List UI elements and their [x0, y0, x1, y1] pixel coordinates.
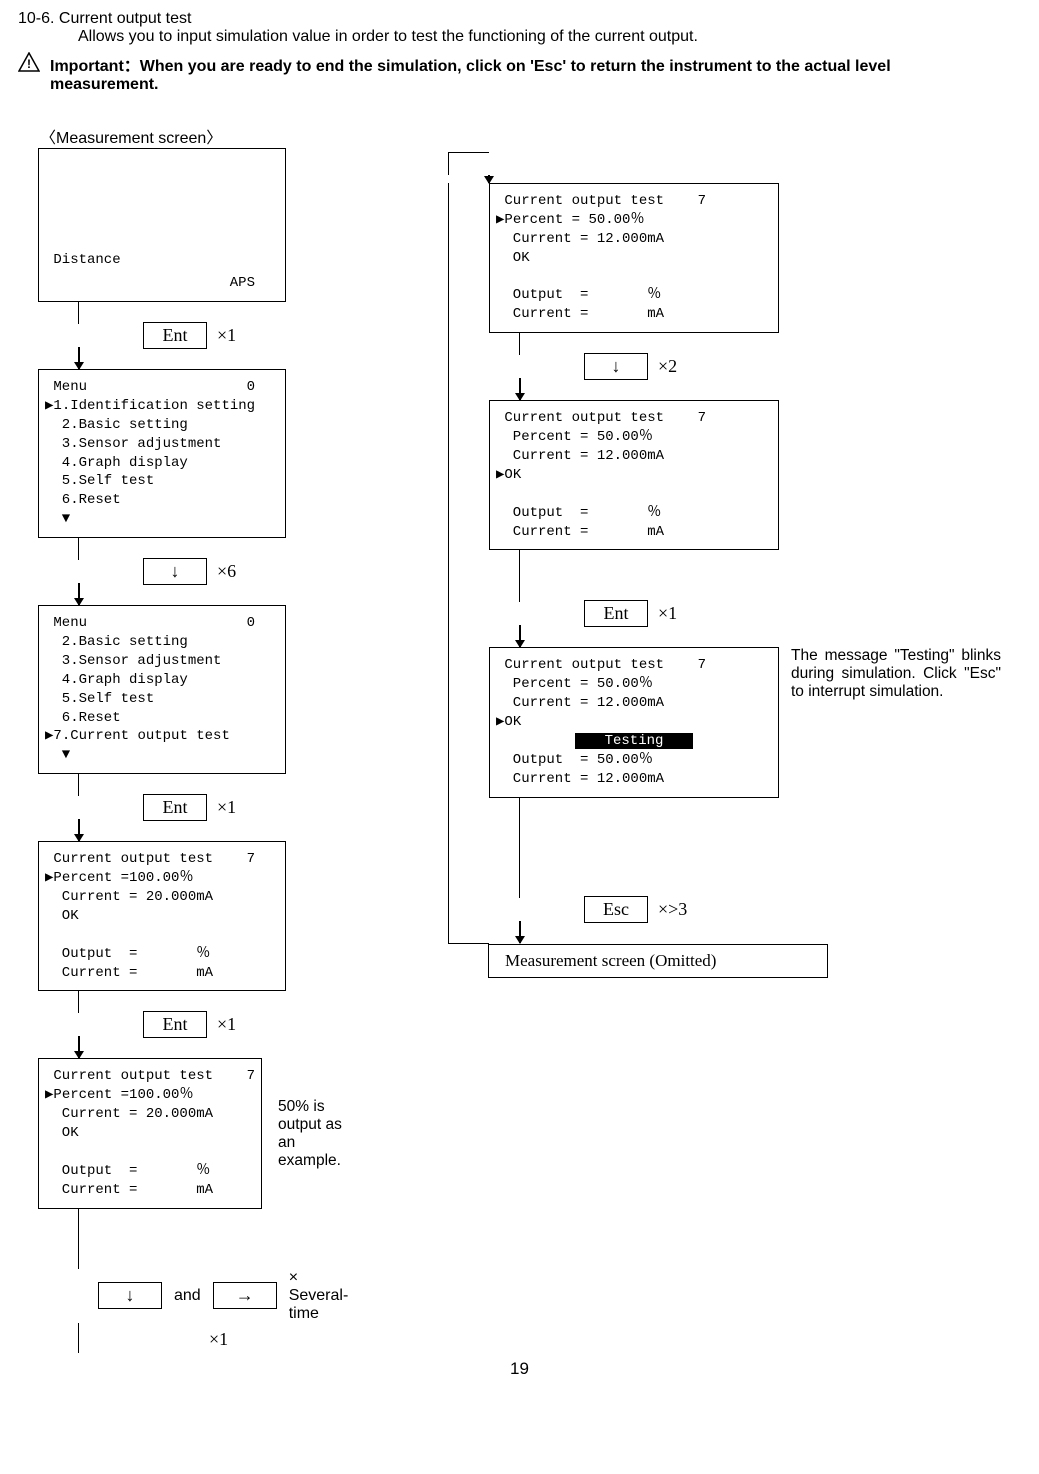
esc-key[interactable]: Esc	[584, 896, 648, 923]
screen-cotr-2: Current output test 7 Percent = 50.00％ C…	[489, 400, 779, 550]
screen-cot-1: Current output test 7 ▶Percent =100.00％ …	[38, 841, 286, 991]
times-1d: ×1	[209, 1329, 228, 1350]
times-1: ×1	[217, 325, 236, 346]
ent-key-2[interactable]: Ent	[143, 794, 207, 821]
screen-cotr-3: Current output test 7 Percent = 50.00％ C…	[489, 647, 779, 797]
measurement-screen-label: 〈Measurement screen〉	[40, 124, 1021, 148]
testing-badge: Testing	[575, 733, 694, 749]
right-key[interactable]: →	[213, 1282, 277, 1309]
svg-text:!: !	[27, 57, 31, 71]
several-label: × Several-time	[289, 1269, 349, 1323]
times-1b: ×1	[217, 797, 236, 818]
distance-label: Distance	[45, 252, 121, 268]
aps-label: APS	[230, 274, 255, 293]
times-gt3: ×>3	[658, 899, 687, 920]
screen-measurement: Distance APS	[38, 148, 286, 302]
example-note: 50% is output as an example.	[278, 1098, 348, 1170]
measurement-omitted: Measurement screen (Omitted)	[488, 944, 828, 978]
screen-menu-2: Menu 0 2.Basic setting 3.Sensor adjustme…	[38, 605, 286, 774]
down-key-r1[interactable]: ↓	[584, 353, 648, 380]
and-label: and	[174, 1287, 201, 1305]
important-text: Important：When you are ready to end the …	[50, 52, 970, 94]
screen-menu-1: Menu 0 ▶1.Identification setting 2.Basic…	[38, 369, 286, 538]
ent-key[interactable]: Ent	[143, 322, 207, 349]
ent-key-3[interactable]: Ent	[143, 1011, 207, 1038]
times-1r: ×1	[658, 603, 677, 624]
down-key-2[interactable]: ↓	[98, 1282, 162, 1309]
screen-cotr-1: Current output test 7 ▶Percent = 50.00％ …	[489, 183, 779, 333]
down-key[interactable]: ↓	[143, 558, 207, 585]
times-6: ×6	[217, 561, 236, 582]
warning-icon: !	[18, 52, 40, 72]
ent-key-r[interactable]: Ent	[584, 600, 648, 627]
times-2r: ×2	[658, 356, 677, 377]
page-number: 19	[18, 1359, 1021, 1379]
section-heading: 10-6. Current output test	[18, 10, 1021, 28]
screen-cot-2: Current output test 7 ▶Percent =100.00％ …	[38, 1058, 262, 1208]
times-1c: ×1	[217, 1014, 236, 1035]
testing-note: The message "Testing" blinks during simu…	[791, 647, 1001, 701]
intro-text: Allows you to input simulation value in …	[78, 28, 1021, 46]
